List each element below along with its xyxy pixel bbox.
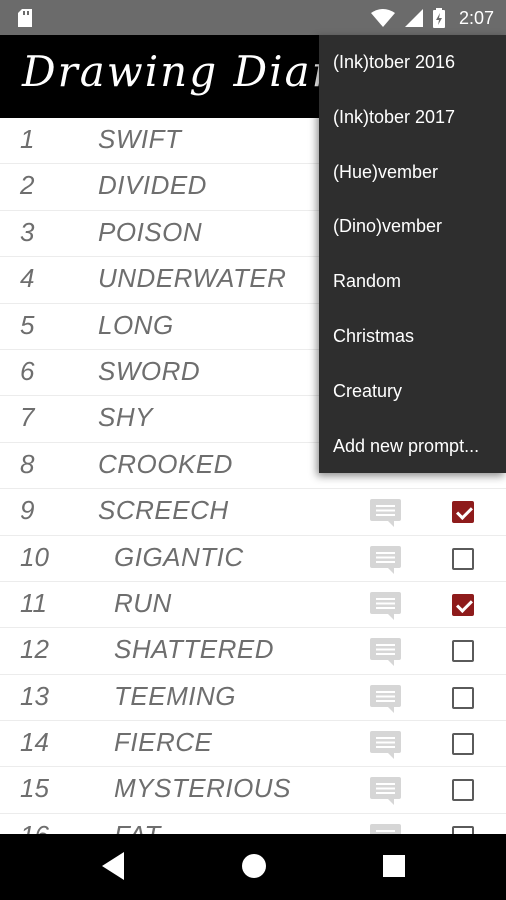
prompt-number: 6 — [20, 355, 35, 386]
prompt-number: 15 — [20, 773, 49, 804]
prompt-number: 14 — [20, 727, 49, 758]
done-checkbox[interactable] — [452, 779, 474, 802]
comment-icon[interactable] — [370, 777, 401, 806]
prompt-word: SHY — [98, 402, 153, 433]
comment-icon[interactable] — [370, 731, 401, 760]
list-item[interactable]: 15 MYSTERIOUS — [0, 767, 506, 814]
prompt-word: UNDERWATER — [98, 263, 287, 294]
prompt-number: 3 — [20, 216, 35, 247]
prompt-number: 5 — [20, 309, 35, 340]
list-item[interactable]: 16 FAT — [0, 814, 506, 834]
overflow-menu: (Ink)tober 2016 (Ink)tober 2017 (Hue)vem… — [319, 35, 506, 473]
menu-item-dinovember[interactable]: (Dino)vember — [319, 199, 506, 254]
prompt-number: 12 — [20, 634, 49, 665]
recents-icon[interactable] — [382, 852, 406, 880]
done-checkbox[interactable] — [452, 547, 474, 570]
list-item[interactable]: 13 TEEMING — [0, 675, 506, 722]
comment-icon[interactable] — [370, 591, 401, 620]
prompt-number: 10 — [20, 541, 49, 572]
list-item[interactable]: 14 FIERCE — [0, 721, 506, 768]
comment-icon[interactable] — [370, 823, 401, 834]
done-checkbox[interactable] — [452, 593, 474, 616]
app-title: Drawing Diary — [22, 47, 360, 96]
status-time: 2:07 — [458, 7, 494, 28]
list-item[interactable]: 11 RUN — [0, 582, 506, 629]
menu-item-inktober-2017[interactable]: (Ink)tober 2017 — [319, 90, 506, 145]
done-checkbox[interactable] — [452, 733, 474, 756]
prompt-word: CROOKED — [98, 448, 233, 479]
prompt-number: 11 — [20, 587, 47, 618]
list-item[interactable]: 9 SCREECH — [0, 489, 506, 536]
status-bar: 2:07 — [0, 0, 506, 35]
comment-icon[interactable] — [370, 545, 401, 574]
prompt-word: TEEMING — [114, 680, 236, 711]
prompt-word: DIVIDED — [98, 170, 207, 201]
comment-icon[interactable] — [370, 684, 401, 713]
prompt-word: FAT — [114, 820, 161, 834]
prompt-number: 1 — [20, 124, 35, 154]
prompt-word: LONG — [98, 309, 174, 340]
prompt-number: 8 — [20, 448, 35, 479]
prompt-number: 2 — [20, 170, 35, 201]
menu-item-add-new-prompt[interactable]: Add new prompt... — [319, 419, 506, 474]
comment-icon[interactable] — [370, 638, 401, 667]
wifi-icon — [370, 9, 395, 27]
menu-item-christmas[interactable]: Christmas — [319, 309, 506, 364]
menu-item-huevember[interactable]: (Hue)vember — [319, 145, 506, 200]
signal-icon — [404, 9, 423, 27]
menu-item-random[interactable]: Random — [319, 254, 506, 309]
navigation-bar — [0, 834, 506, 900]
done-checkbox[interactable] — [452, 686, 474, 709]
done-checkbox[interactable] — [452, 825, 474, 834]
list-item[interactable]: 12 SHATTERED — [0, 628, 506, 675]
prompt-number: 16 — [20, 820, 49, 834]
prompt-word: RUN — [114, 587, 172, 618]
prompt-word: SWIFT — [98, 124, 182, 154]
prompt-word: SWORD — [98, 355, 201, 386]
prompt-word: SCREECH — [98, 495, 229, 526]
prompt-number: 9 — [20, 495, 35, 526]
done-checkbox[interactable] — [452, 501, 474, 524]
prompt-number: 13 — [20, 680, 49, 711]
prompt-number: 7 — [20, 402, 35, 433]
comment-icon[interactable] — [370, 499, 401, 528]
back-icon[interactable] — [102, 852, 124, 880]
battery-charging-icon — [432, 8, 445, 28]
menu-item-creatury[interactable]: Creatury — [319, 364, 506, 419]
prompt-number: 4 — [20, 263, 35, 294]
menu-item-inktober-2016[interactable]: (Ink)tober 2016 — [319, 35, 506, 90]
prompt-word: MYSTERIOUS — [114, 773, 291, 804]
prompt-word: POISON — [98, 216, 203, 247]
prompt-word: FIERCE — [114, 727, 213, 758]
done-checkbox[interactable] — [452, 640, 474, 663]
prompt-word: SHATTERED — [114, 634, 275, 665]
home-icon[interactable] — [240, 852, 268, 880]
list-item[interactable]: 10 GIGANTIC — [0, 536, 506, 582]
prompt-word: GIGANTIC — [114, 541, 244, 572]
sd-card-icon — [18, 9, 32, 27]
